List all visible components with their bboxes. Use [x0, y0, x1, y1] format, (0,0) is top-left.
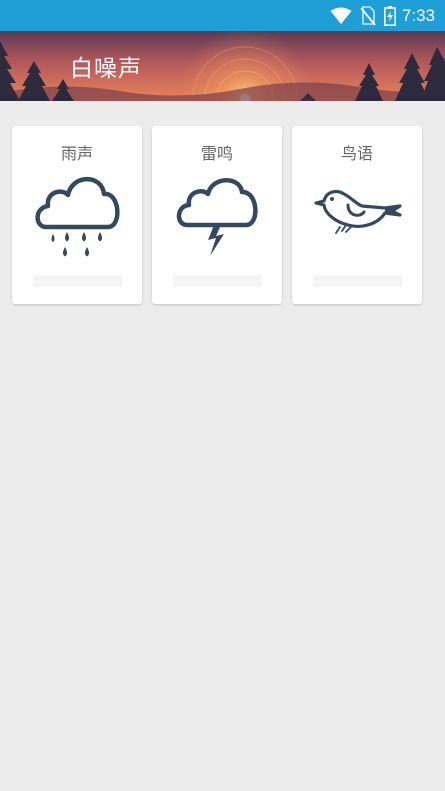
wifi-icon — [330, 7, 352, 25]
bird-icon — [314, 190, 402, 234]
status-time: 7:33 — [401, 5, 435, 25]
card-title: 雷鸣 — [200, 144, 233, 163]
sound-card-rain[interactable]: 雨声 — [12, 126, 142, 304]
card-title: 雨声 — [60, 144, 93, 163]
card-title: 鸟语 — [340, 144, 373, 163]
no-sim-icon — [360, 5, 376, 26]
header-banner: 白噪声 — [0, 31, 445, 101]
sound-card-thunder[interactable]: 雷鸣 — [152, 126, 282, 304]
sound-card-birds[interactable]: 鸟语 — [292, 126, 422, 304]
sound-card-grid: 雨声 雷鸣 鸟语 — [12, 126, 422, 304]
rain-cloud-icon — [35, 177, 120, 257]
card-volume-bar — [33, 275, 122, 287]
battery-charging-icon — [383, 5, 396, 26]
thunder-cloud-icon — [176, 178, 258, 256]
card-volume-bar — [313, 275, 402, 287]
page-title: 白噪声 — [70, 56, 142, 82]
card-volume-bar — [173, 275, 262, 287]
sunset-landscape-image — [0, 31, 445, 101]
status-bar: 7:33 — [0, 0, 445, 31]
